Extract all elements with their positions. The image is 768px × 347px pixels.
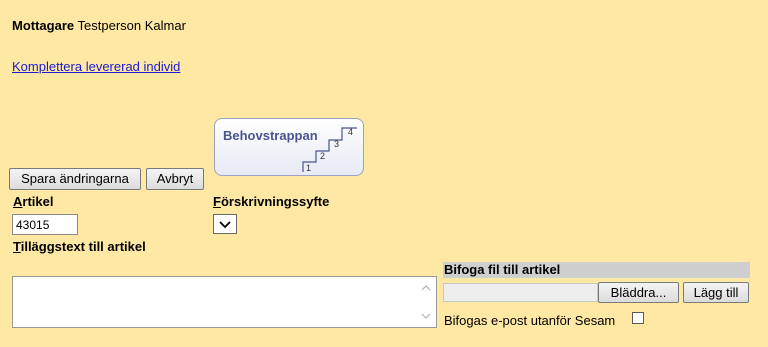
save-changes-button[interactable]: Spara ändringarna [9,168,141,190]
stairs-icon [302,127,357,172]
extra-text-textarea[interactable] [12,276,437,328]
step-label-2: 2 [320,151,326,161]
scroll-up-icon[interactable] [420,283,432,293]
complete-delivered-individual-link[interactable]: Komplettera levererad individ [12,59,180,74]
recipient-label: Mottagare [12,18,75,33]
browse-button[interactable]: Bläddra... [598,282,679,303]
cancel-button[interactable]: Avbryt [146,168,204,190]
article-input[interactable] [12,214,78,235]
recipient-value: Testperson Kalmar [77,18,186,33]
email-outside-sesam-checkbox[interactable] [632,312,644,324]
article-label: Artikel [13,194,54,209]
file-path-field[interactable] [443,283,598,302]
email-outside-sesam-label: Bifogas e-post utanför Sesam [444,313,616,328]
extra-text-label: Tilläggstext till artikel [13,239,146,254]
step-label-4: 4 [348,127,354,137]
chevron-down-icon [219,221,231,229]
behovstrappan-logo[interactable]: Behovstrappan 1 2 3 4 [214,118,364,176]
scroll-down-icon[interactable] [420,311,432,321]
step-label-1: 1 [306,163,312,173]
step-label-3: 3 [334,139,340,149]
attach-file-header: Bifoga fil till artikel [443,262,750,278]
recipient-line: Mottagare Testperson Kalmar [12,18,186,33]
purpose-select[interactable] [213,214,237,234]
add-file-button[interactable]: Lägg till [683,282,749,303]
purpose-label: Förskrivningssyfte [213,194,330,209]
